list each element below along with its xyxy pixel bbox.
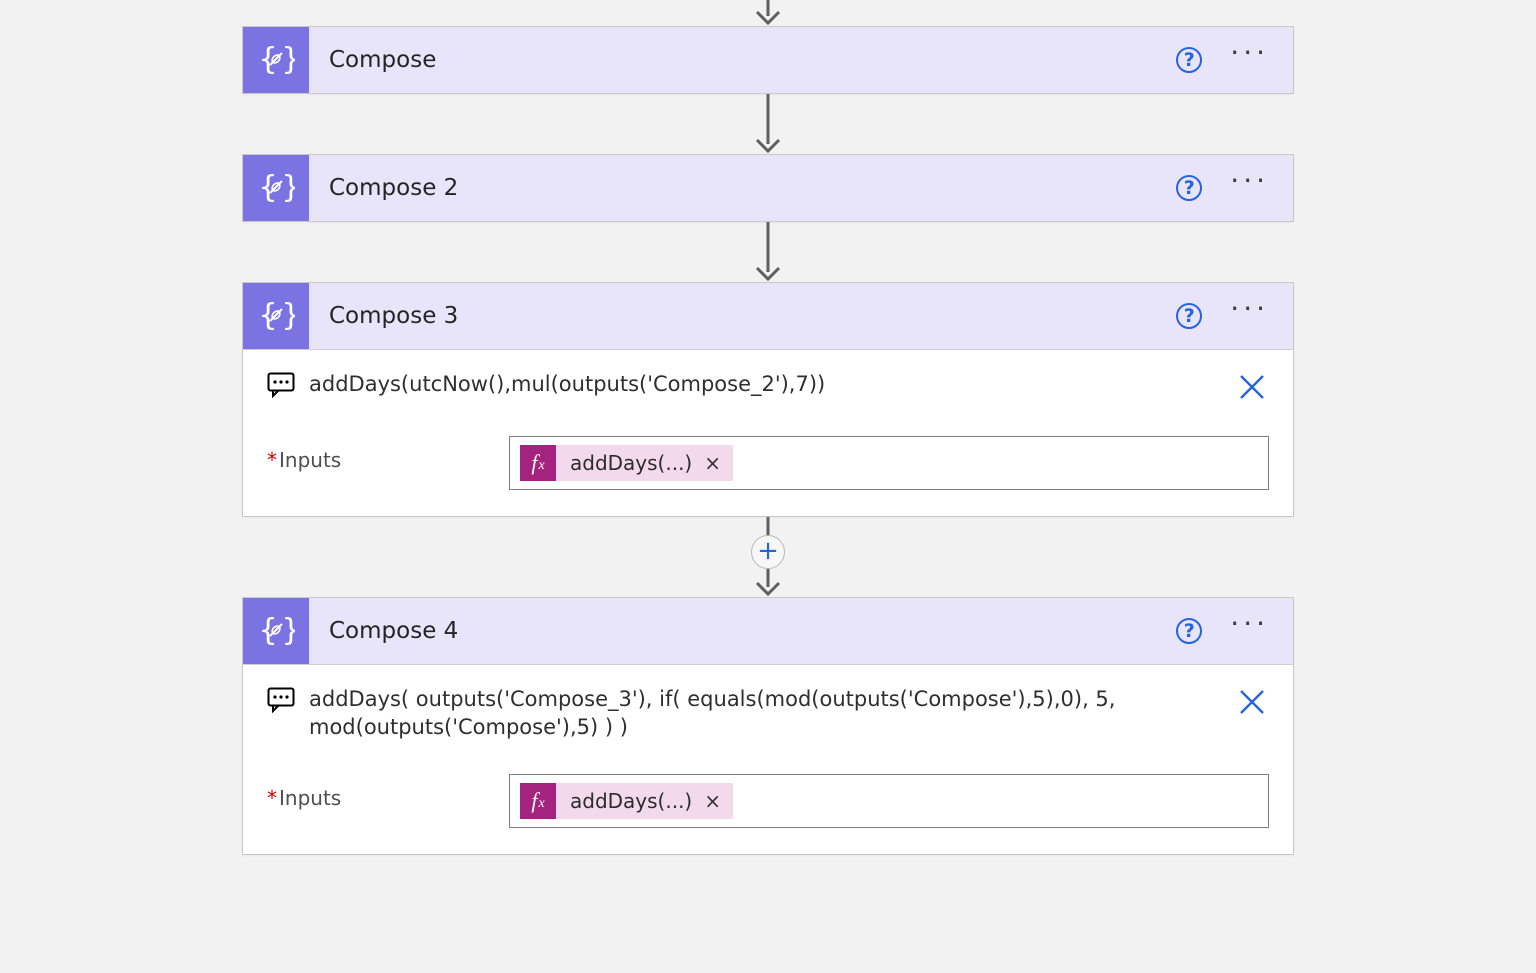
- action-card-compose-4: { } Compose 4 ? ···: [242, 597, 1294, 855]
- peek-expression: addDays(utcNow(),mul(outputs('Compose_2'…: [309, 370, 1221, 398]
- token-remove-button[interactable]: ×: [704, 789, 721, 813]
- flow-designer-canvas: { } Compose ? ··· { }: [0, 0, 1536, 973]
- action-header[interactable]: { } Compose 3 ? ···: [243, 283, 1293, 349]
- more-button[interactable]: ···: [1230, 53, 1269, 67]
- action-card-compose-2: { } Compose 2 ? ···: [242, 154, 1294, 222]
- expression-token[interactable]: addDays(...) ×: [556, 445, 733, 481]
- action-header[interactable]: { } Compose 2 ? ···: [243, 155, 1293, 221]
- svg-text:}: }: [282, 298, 295, 333]
- compose-icon: { }: [243, 27, 309, 93]
- comment-icon: [267, 372, 295, 398]
- expression-token-label: addDays(...): [570, 451, 692, 475]
- svg-text:}: }: [282, 170, 295, 205]
- inputs-field[interactable]: fx addDays(...) ×: [509, 436, 1269, 490]
- action-card-compose-3: { } Compose 3 ? ···: [242, 282, 1294, 517]
- compose-icon: { }: [243, 155, 309, 221]
- fx-icon: fx: [520, 783, 556, 819]
- help-button[interactable]: ?: [1176, 618, 1202, 644]
- more-button[interactable]: ···: [1230, 309, 1269, 323]
- peek-code-row: addDays(utcNow(),mul(outputs('Compose_2'…: [267, 368, 1269, 406]
- action-card-compose: { } Compose ? ···: [242, 26, 1294, 94]
- peek-code-row: addDays( outputs('Compose_3'), if( equal…: [267, 683, 1269, 744]
- svg-text:}: }: [282, 42, 295, 77]
- connector-arrow: [748, 0, 788, 26]
- inputs-label: *Inputs: [267, 774, 509, 810]
- svg-text:}: }: [282, 613, 295, 648]
- peek-close-button[interactable]: [1235, 370, 1269, 404]
- action-header[interactable]: { } Compose 4 ? ···: [243, 598, 1293, 664]
- more-button[interactable]: ···: [1230, 181, 1269, 195]
- add-step-button[interactable]: +: [751, 535, 785, 569]
- expression-token-label: addDays(...): [570, 789, 692, 813]
- help-button[interactable]: ?: [1176, 47, 1202, 73]
- connector-arrow: [748, 94, 788, 154]
- connector-arrow: [748, 222, 788, 282]
- action-title: Compose 2: [309, 175, 1176, 201]
- peek-expression: addDays( outputs('Compose_3'), if( equal…: [309, 685, 1221, 742]
- inputs-label: *Inputs: [267, 436, 509, 472]
- help-button[interactable]: ?: [1176, 175, 1202, 201]
- token-remove-button[interactable]: ×: [704, 451, 721, 475]
- compose-icon: { }: [243, 598, 309, 664]
- connector-arrow: +: [748, 517, 788, 597]
- fx-icon: fx: [520, 445, 556, 481]
- comment-icon: [267, 687, 295, 713]
- expression-token[interactable]: addDays(...) ×: [556, 783, 733, 819]
- compose-icon: { }: [243, 283, 309, 349]
- action-title: Compose 4: [309, 618, 1176, 644]
- action-title: Compose: [309, 47, 1176, 73]
- help-button[interactable]: ?: [1176, 303, 1202, 329]
- action-header[interactable]: { } Compose ? ···: [243, 27, 1293, 93]
- more-button[interactable]: ···: [1230, 624, 1269, 638]
- peek-close-button[interactable]: [1235, 685, 1269, 719]
- action-title: Compose 3: [309, 303, 1176, 329]
- inputs-field[interactable]: fx addDays(...) ×: [509, 774, 1269, 828]
